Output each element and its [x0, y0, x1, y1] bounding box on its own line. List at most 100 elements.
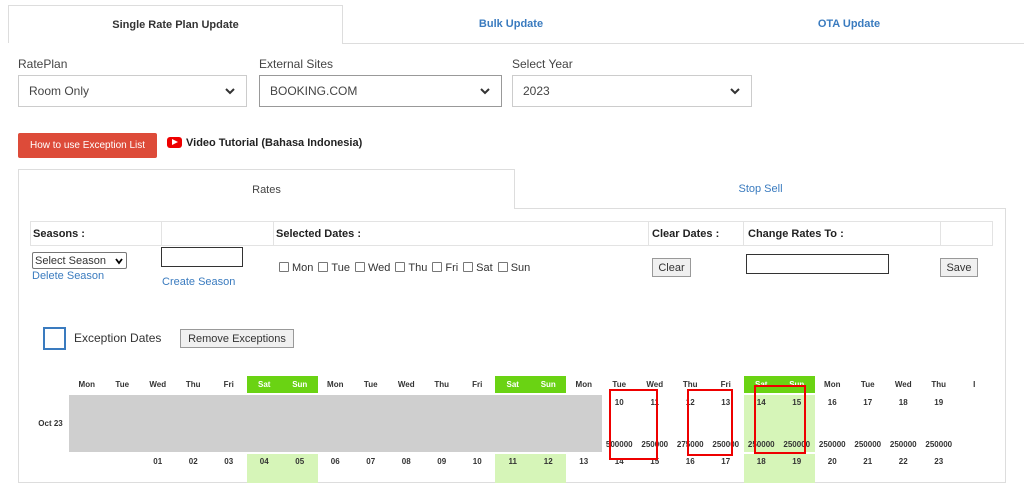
calendar-day-number: 05: [295, 457, 305, 466]
calendar-day-number: 21: [863, 457, 873, 466]
calendar-day-number: 22: [898, 457, 908, 466]
selected-dates-header: Selected Dates :: [276, 228, 361, 240]
calendar-day-number: 07: [366, 457, 376, 466]
calendar-day-number: 11: [508, 457, 517, 466]
season-select-value: Select Season: [35, 254, 106, 267]
calendar-header-day: Wed: [397, 380, 415, 389]
rateplan-label: RatePlan: [18, 57, 68, 71]
highlight-box: [687, 389, 733, 456]
calendar-header-day: Tue: [363, 380, 378, 389]
calendar-header-day: Mon: [824, 380, 841, 389]
calendar-day-number: 09: [437, 457, 447, 466]
change-rates-input[interactable]: [746, 254, 889, 274]
delete-season-link[interactable]: Delete Season: [32, 270, 104, 282]
calendar-header-day: Mon: [78, 380, 95, 389]
clear-dates-header: Clear Dates :: [652, 228, 720, 240]
checkbox-box[interactable]: [395, 262, 406, 272]
how-to-use-exception-list-button[interactable]: How to use Exception List: [18, 133, 157, 158]
external-sites-value: BOOKING.COM: [270, 84, 358, 98]
calendar-header-day: Wed: [149, 380, 167, 389]
day-label: Mon: [292, 262, 314, 274]
calendar-day-number: 19: [792, 457, 802, 466]
checkbox-box[interactable]: [432, 262, 443, 272]
calendar-day-number: 20: [827, 457, 837, 466]
chevron-down-icon: [730, 88, 740, 95]
calendar-header-day: Tue: [860, 380, 875, 389]
day-label: Fri: [445, 262, 459, 274]
chevron-down-icon: [225, 88, 235, 95]
calendar-header-day: Mon: [327, 380, 344, 389]
save-button[interactable]: Save: [940, 258, 978, 277]
calendar-header-day: Fri: [472, 380, 483, 389]
checkbox-thu[interactable]: Thu: [395, 262, 427, 274]
calendar-day-number: 02: [188, 457, 198, 466]
calendar-day-number: 06: [330, 457, 340, 466]
exception-dates-legend-box: [43, 327, 66, 350]
calendar-header-day: Mon: [575, 380, 592, 389]
checkbox-mon[interactable]: Mon: [279, 262, 313, 274]
calendar-header-corner: [32, 376, 69, 393]
seasons-header: Seasons :: [33, 228, 85, 240]
season-name-input[interactable]: [161, 247, 243, 267]
checkbox-box[interactable]: [354, 262, 365, 272]
tab-bulk-update[interactable]: Bulk Update: [343, 5, 679, 43]
calendar-header-day: Sun: [530, 376, 566, 393]
calendar-header-day: Sat: [495, 376, 531, 393]
season-select[interactable]: Select Season: [32, 252, 127, 269]
calendar-header-day: I: [973, 380, 976, 389]
youtube-icon: [167, 137, 182, 148]
tab-single-rate-plan-update[interactable]: Single Rate Plan Update: [8, 5, 343, 43]
day-label: Sat: [476, 262, 493, 274]
rateplan-select[interactable]: Room Only: [18, 75, 247, 107]
clear-button[interactable]: Clear: [652, 258, 691, 277]
calendar-rate-value: 250000: [818, 440, 846, 449]
checkbox-sat[interactable]: Sat: [463, 262, 493, 274]
day-label: Thu: [408, 262, 428, 274]
checkbox-sun[interactable]: Sun: [497, 262, 530, 274]
checkbox-box[interactable]: [463, 262, 474, 272]
day-label: Wed: [367, 262, 391, 274]
calendar-day-number: 10: [472, 457, 482, 466]
header-cell: [940, 221, 993, 246]
year-value: 2023: [523, 84, 550, 98]
create-season-link[interactable]: Create Season: [162, 276, 235, 288]
checkbox-tue[interactable]: Tue: [318, 262, 350, 274]
calendar-header-day: Thu: [185, 380, 201, 389]
calendar-day-number: 08: [401, 457, 411, 466]
calendar-header-day: Thu: [931, 380, 947, 389]
calendar-empty-days: [69, 395, 602, 452]
calendar-day-number: 13: [579, 457, 589, 466]
checkbox-wed[interactable]: Wed: [354, 262, 391, 274]
checkbox-fri[interactable]: Fri: [432, 262, 458, 274]
calendar-day-number: 18: [756, 457, 766, 466]
header-cell: [161, 221, 274, 246]
calendar-day-number: 03: [224, 457, 234, 466]
highlight-box: [609, 389, 658, 460]
checkbox-box[interactable]: [318, 262, 329, 272]
calendar-rate-value: 250000: [854, 440, 882, 449]
day-label: Tue: [331, 262, 350, 274]
chevron-down-icon: [480, 88, 490, 95]
video-tutorial-link[interactable]: Video Tutorial (Bahasa Indonesia): [186, 137, 362, 149]
calendar-day-number: 12: [543, 457, 553, 466]
year-select[interactable]: 2023: [512, 75, 752, 107]
calendar-header-day: Wed: [894, 380, 912, 389]
calendar-day-number: 23: [934, 457, 944, 466]
calendar-day-number: 16: [827, 398, 837, 407]
calendar-rate-value: 250000: [925, 440, 953, 449]
checkbox-box[interactable]: [497, 262, 508, 272]
calendar-header-day: Thu: [434, 380, 450, 389]
tab-ota-update[interactable]: OTA Update: [679, 5, 1019, 43]
chevron-down-icon: [115, 258, 123, 265]
external-sites-select[interactable]: BOOKING.COM: [259, 75, 502, 107]
tab-stop-sell[interactable]: Stop Sell: [515, 169, 1006, 209]
calendar-day-number: 19: [934, 398, 944, 407]
calendar-rate-value: 250000: [889, 440, 917, 449]
tab-rates[interactable]: Rates: [18, 169, 515, 209]
calendar-day-number: 17: [721, 457, 731, 466]
exception-dates-label: Exception Dates: [74, 331, 162, 345]
calendar-month-label: Nov 23: [32, 454, 69, 483]
calendar-day-number: 04: [259, 457, 269, 466]
checkbox-box[interactable]: [279, 262, 289, 272]
remove-exceptions-button[interactable]: Remove Exceptions: [180, 329, 294, 348]
